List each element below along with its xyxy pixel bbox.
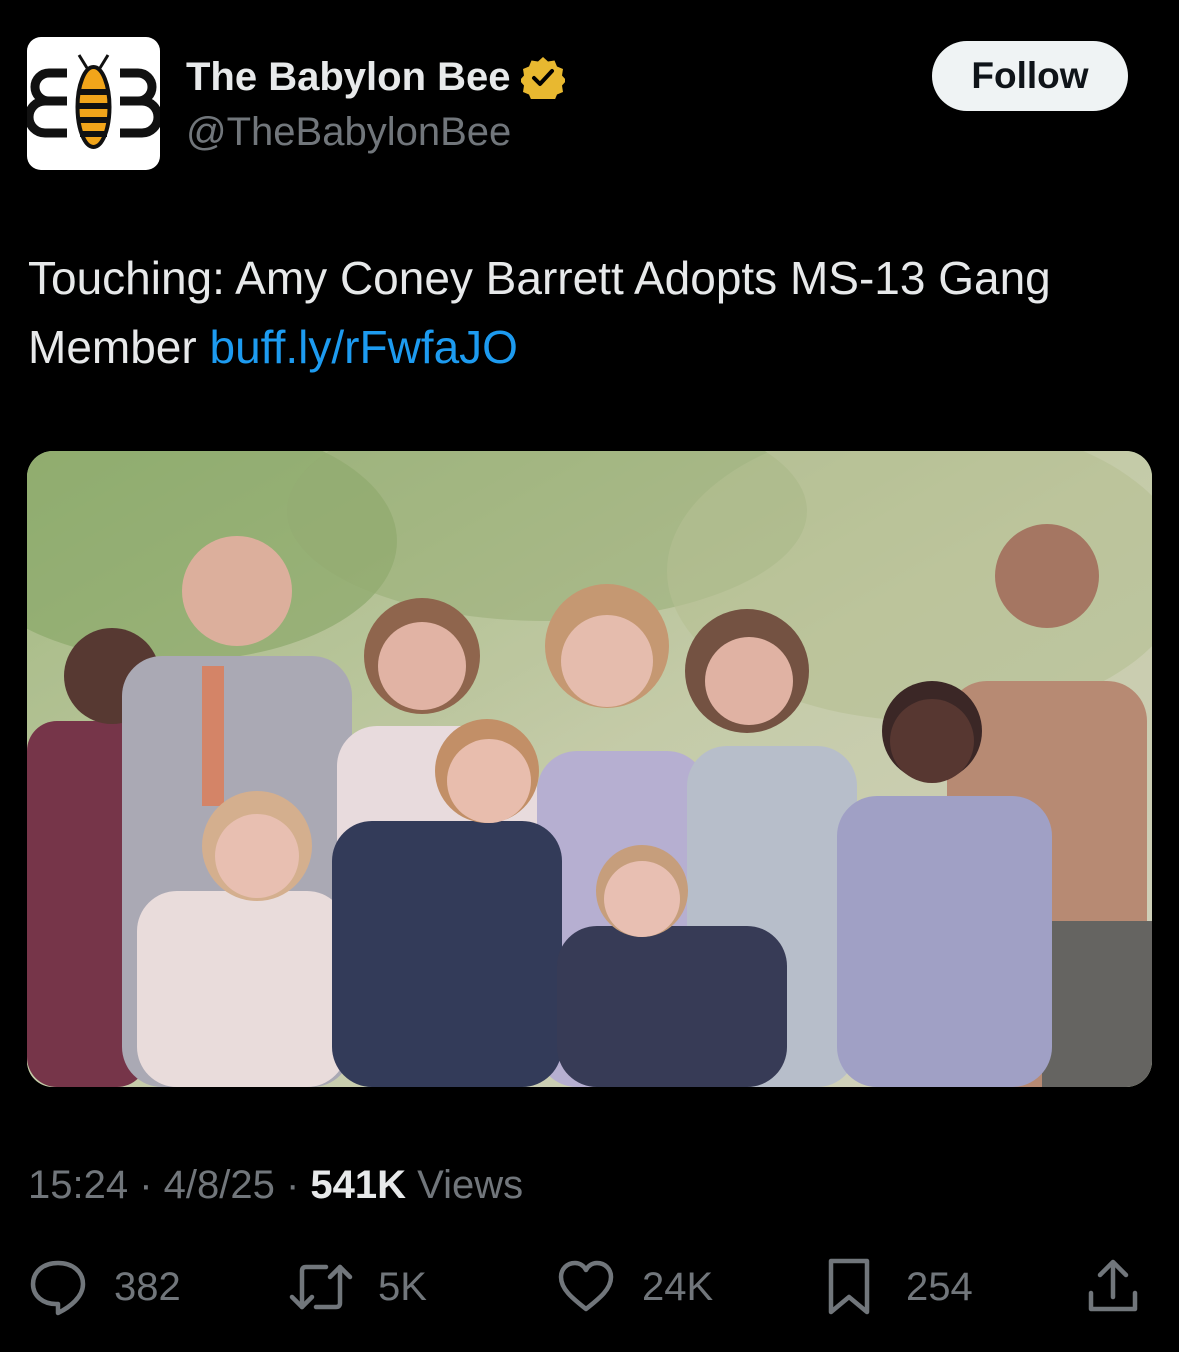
tweet-meta: 15:24 · 4/8/25 · 541K Views: [28, 1160, 523, 1210]
author-handle[interactable]: @TheBabylonBee: [186, 108, 511, 156]
verified-badge-icon: [520, 57, 565, 99]
follow-button[interactable]: Follow: [932, 41, 1128, 111]
author-display-name[interactable]: The Babylon Bee: [186, 50, 511, 104]
reply-count: 382: [114, 1264, 181, 1309]
repost-count: 5K: [378, 1264, 427, 1309]
bookmark-icon: [828, 1258, 870, 1315]
family-photo-image: [27, 451, 1152, 1087]
meta-separator: ·: [128, 1163, 164, 1207]
bookmark-count: 254: [906, 1264, 973, 1309]
babylon-bee-logo-icon: [27, 54, 160, 149]
avatar[interactable]: [27, 37, 160, 170]
views-label: Views: [406, 1163, 524, 1207]
tweet-time[interactable]: 15:24: [28, 1163, 128, 1207]
heart-icon: [558, 1260, 614, 1312]
views-count: 541K: [310, 1163, 407, 1207]
tweet-photo[interactable]: [27, 451, 1152, 1087]
tweet-body: Touching: Amy Coney Barrett Adopts MS-13…: [28, 252, 1051, 373]
author-name-row[interactable]: The Babylon Bee: [186, 50, 565, 104]
action-bar: 382 5K 24K 254: [0, 1255, 1179, 1319]
meta-separator: ·: [274, 1163, 311, 1207]
share-button[interactable]: [1086, 1255, 1140, 1319]
tweet-link[interactable]: buff.ly/rFwfaJO: [209, 321, 517, 373]
reply-icon: [30, 1260, 86, 1316]
tweet-text: Touching: Amy Coney Barrett Adopts MS-13…: [28, 244, 1148, 382]
reply-button[interactable]: 382: [28, 1255, 181, 1319]
like-count: 24K: [642, 1264, 714, 1309]
repost-button[interactable]: 5K: [288, 1255, 427, 1319]
tweet-date[interactable]: 4/8/25: [164, 1163, 275, 1207]
bookmark-button[interactable]: 254: [826, 1255, 973, 1319]
like-button[interactable]: 24K: [556, 1255, 713, 1319]
share-icon: [1088, 1259, 1138, 1312]
repost-icon: [289, 1264, 353, 1310]
